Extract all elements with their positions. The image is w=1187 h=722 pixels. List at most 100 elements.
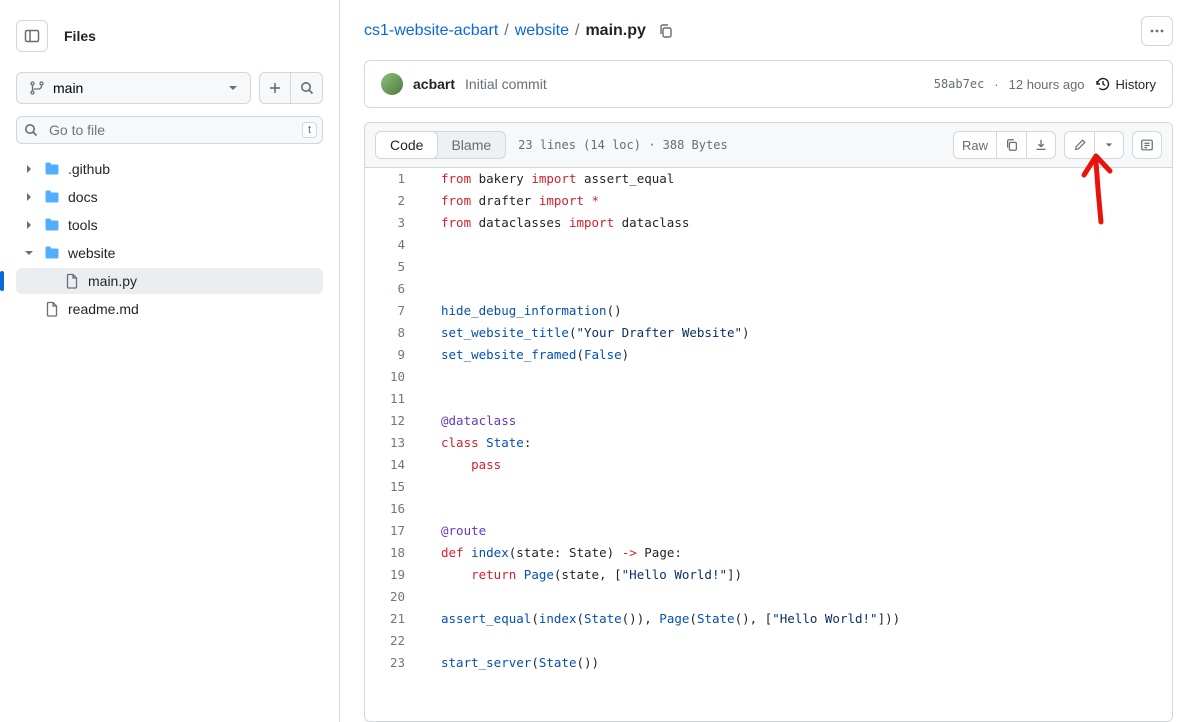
download-icon xyxy=(1034,138,1048,152)
code-box: Code Blame 23 lines (14 loc) · 388 Bytes… xyxy=(364,122,1173,722)
code-line: 23start_server(State()) xyxy=(365,652,1172,674)
history-icon xyxy=(1095,76,1111,92)
line-number[interactable]: 17 xyxy=(365,520,425,542)
line-number[interactable]: 19 xyxy=(365,564,425,586)
kebab-icon xyxy=(1149,23,1165,39)
tab-code[interactable]: Code xyxy=(375,131,438,159)
commit-meta: 58ab7ec · 12 hours ago History xyxy=(934,76,1156,92)
code-line: 13class State: xyxy=(365,432,1172,454)
code-header: Code Blame 23 lines (14 loc) · 388 Bytes… xyxy=(365,123,1172,168)
commit-time: 12 hours ago xyxy=(1009,77,1085,92)
tree-item-website[interactable]: website xyxy=(16,240,323,266)
line-number[interactable]: 2 xyxy=(365,190,425,212)
tree-item-docs[interactable]: docs xyxy=(16,184,323,210)
line-number[interactable]: 7 xyxy=(365,300,425,322)
code-line: 4 xyxy=(365,234,1172,256)
file-tree: .githubdocstoolswebsitemain.pyreadme.md xyxy=(16,156,323,322)
tree-item-tools[interactable]: tools xyxy=(16,212,323,238)
line-number[interactable]: 16 xyxy=(365,498,425,520)
kbd-hint: t xyxy=(302,122,317,138)
line-number[interactable]: 8 xyxy=(365,322,425,344)
tree-item-.github[interactable]: .github xyxy=(16,156,323,182)
tab-blame[interactable]: Blame xyxy=(437,132,505,158)
line-number[interactable]: 5 xyxy=(365,256,425,278)
line-number[interactable]: 1 xyxy=(365,168,425,190)
breadcrumb-part[interactable]: website xyxy=(515,22,569,40)
latest-commit-box: acbart Initial commit 58ab7ec · 12 hours… xyxy=(364,60,1173,108)
symbols-icon xyxy=(1140,138,1154,152)
header-actions: Raw xyxy=(953,131,1162,159)
history-link[interactable]: History xyxy=(1095,76,1156,92)
code-line: 2from drafter import * xyxy=(365,190,1172,212)
avatar[interactable] xyxy=(381,73,403,95)
line-number[interactable]: 11 xyxy=(365,388,425,410)
line-number[interactable]: 18 xyxy=(365,542,425,564)
commit-sha[interactable]: 58ab7ec xyxy=(934,77,985,91)
raw-button[interactable]: Raw xyxy=(953,131,996,159)
code-line: 22 xyxy=(365,630,1172,652)
branch-row: main xyxy=(16,72,323,104)
code-body[interactable]: 1from bakery import assert_equal2from dr… xyxy=(365,168,1172,721)
commit-author[interactable]: acbart xyxy=(413,76,455,92)
edit-dropdown[interactable] xyxy=(1094,131,1124,159)
top-row: cs1-website-acbart/website/main.py xyxy=(364,16,1173,46)
line-number[interactable]: 4 xyxy=(365,234,425,256)
copy-raw-button[interactable] xyxy=(996,131,1026,159)
breadcrumb: cs1-website-acbart/website/main.py xyxy=(364,22,674,40)
file-search-row: t xyxy=(16,116,323,144)
files-title: Files xyxy=(64,28,96,44)
branch-selector[interactable]: main xyxy=(16,72,251,104)
caret-down-icon xyxy=(228,83,238,93)
main-panel: cs1-website-acbart/website/main.py acbar… xyxy=(340,0,1187,722)
breadcrumb-part: main.py xyxy=(585,22,645,40)
code-line: 16 xyxy=(365,498,1172,520)
code-line: 3from dataclasses import dataclass xyxy=(365,212,1172,234)
line-number[interactable]: 6 xyxy=(365,278,425,300)
symbols-button[interactable] xyxy=(1132,131,1162,159)
branch-icon xyxy=(29,80,45,96)
code-line: 14 pass xyxy=(365,454,1172,476)
side-panel-toggle[interactable] xyxy=(16,20,48,52)
code-line: 15 xyxy=(365,476,1172,498)
line-number[interactable]: 10 xyxy=(365,366,425,388)
code-line: 5 xyxy=(365,256,1172,278)
copy-icon xyxy=(658,23,674,39)
tree-item-readme.md[interactable]: readme.md xyxy=(16,296,323,322)
copy-path-button[interactable] xyxy=(658,23,674,39)
line-number[interactable]: 15 xyxy=(365,476,425,498)
code-line: 1from bakery import assert_equal xyxy=(365,168,1172,190)
tree-item-main.py[interactable]: main.py xyxy=(16,268,323,294)
file-search-input[interactable] xyxy=(16,116,323,144)
code-blame-tabs: Code Blame xyxy=(375,131,506,159)
download-button[interactable] xyxy=(1026,131,1056,159)
line-number[interactable]: 12 xyxy=(365,410,425,432)
file-meta: 23 lines (14 loc) · 388 Bytes xyxy=(518,138,728,152)
search-icon xyxy=(300,81,314,95)
file-sidebar: Files main t .github xyxy=(0,0,340,722)
line-number[interactable]: 13 xyxy=(365,432,425,454)
line-number[interactable]: 14 xyxy=(365,454,425,476)
search-file-button[interactable] xyxy=(291,72,323,104)
code-line: 20 xyxy=(365,586,1172,608)
code-line: 12@dataclass xyxy=(365,410,1172,432)
commit-message[interactable]: Initial commit xyxy=(465,76,547,92)
plus-icon xyxy=(268,81,282,95)
code-line: 11 xyxy=(365,388,1172,410)
code-line: 9set_website_framed(False) xyxy=(365,344,1172,366)
line-number[interactable]: 22 xyxy=(365,630,425,652)
copy-icon xyxy=(1005,138,1019,152)
edit-button[interactable] xyxy=(1064,131,1094,159)
more-options-button[interactable] xyxy=(1141,16,1173,46)
breadcrumb-part[interactable]: cs1-website-acbart xyxy=(364,22,498,40)
line-number[interactable]: 3 xyxy=(365,212,425,234)
code-line: 7hide_debug_information() xyxy=(365,300,1172,322)
caret-down-icon xyxy=(1105,141,1113,149)
line-number[interactable]: 21 xyxy=(365,608,425,630)
line-number[interactable]: 9 xyxy=(365,344,425,366)
add-file-button[interactable] xyxy=(259,72,291,104)
code-line: 10 xyxy=(365,366,1172,388)
line-number[interactable]: 23 xyxy=(365,652,425,674)
sidebar-header: Files xyxy=(16,16,323,60)
line-number[interactable]: 20 xyxy=(365,586,425,608)
code-line: 21assert_equal(index(State()), Page(Stat… xyxy=(365,608,1172,630)
